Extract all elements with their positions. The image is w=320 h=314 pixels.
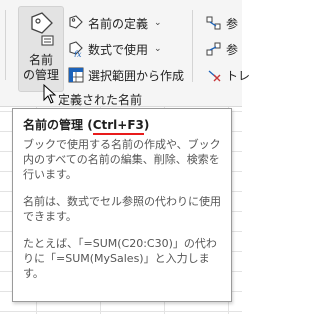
group-divider xyxy=(192,10,193,82)
tooltip-note: 名前は、数式でセル参照の代わりに使用できます。 xyxy=(23,195,221,223)
tooltip-example: たとえば、「=SUM(C20:C30)」の代わりに「=SUM(MySales)」… xyxy=(23,237,217,280)
name-manager-icon xyxy=(27,11,55,51)
tag-icon xyxy=(68,15,84,31)
remove-arrows-button[interactable]: トレ xyxy=(206,66,250,84)
define-name-label: 名前の定義 xyxy=(88,16,149,31)
tooltip-title: 名前の管理 xyxy=(23,118,84,132)
formulas-ribbon: 名前 の管理 名前の定義 ⌄ fx 数式で使用 ⌄ 選択範囲から作成 定義された… xyxy=(0,0,250,108)
defined-names-group-title: 定義された名前 xyxy=(58,92,143,107)
chevron-down-icon[interactable]: ⌄ xyxy=(154,18,162,28)
tooltip-description: ブックで使用する名前の作成や、ブック内のすべての名前の編集、削除、検索を行います… xyxy=(23,138,221,181)
use-in-formula-label: 数式で使用 xyxy=(88,42,149,57)
tooltip-close-paren: ) xyxy=(143,118,150,132)
right-cmd1-label: 参 xyxy=(226,16,239,31)
create-from-selection-button[interactable]: 選択範囲から作成 xyxy=(68,66,184,84)
defined-names-group-label: 定義された名前 xyxy=(58,90,142,108)
define-name-button[interactable]: 名前の定義 ⌄ xyxy=(68,14,162,32)
mouse-pointer-icon xyxy=(43,83,57,108)
name-manager-label-line1: 名前 xyxy=(28,53,53,67)
chevron-down-icon[interactable]: ⌄ xyxy=(154,44,162,54)
right-cmd3-label: トレ xyxy=(226,68,251,83)
selection-grid-icon xyxy=(68,67,84,83)
trace-arrow-icon xyxy=(206,41,222,57)
formula-icon: fx xyxy=(68,41,84,59)
tooltip-title-row: 名前の管理 (Ctrl+F3) xyxy=(23,117,221,133)
svg-text:fx: fx xyxy=(73,50,82,57)
trace-dependents-button[interactable]: 参 xyxy=(206,40,238,58)
trace-precedents-button[interactable]: 参 xyxy=(206,14,238,32)
trace-arrow-icon xyxy=(206,15,222,31)
right-cmd2-label: 参 xyxy=(226,42,239,57)
name-manager-label-line2: の管理 xyxy=(22,68,59,82)
remove-arrows-icon xyxy=(206,67,222,83)
group-divider xyxy=(5,10,6,80)
use-in-formula-button[interactable]: fx 数式で使用 ⌄ xyxy=(68,40,162,59)
keyboard-shortcut: Ctrl+F3 xyxy=(92,118,144,132)
name-manager-tooltip: 名前の管理 (Ctrl+F3) ブックで使用する名前の作成や、ブック内のすべての… xyxy=(12,108,232,302)
create-from-selection-label: 選択範囲から作成 xyxy=(88,68,185,83)
name-manager-button[interactable]: 名前 の管理 xyxy=(18,6,64,92)
tooltip-open-paren: ( xyxy=(87,118,93,132)
